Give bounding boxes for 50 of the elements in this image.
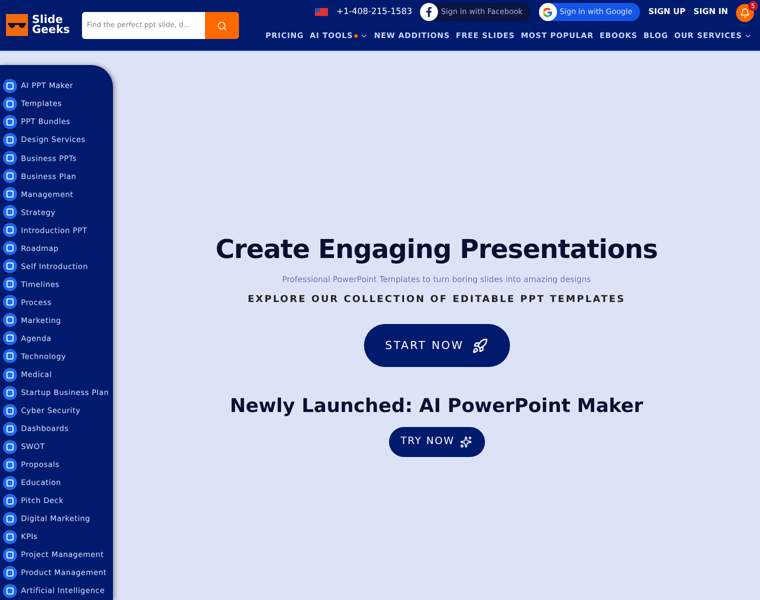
start-now-button[interactable]: START NOW — [364, 324, 510, 368]
category-icon — [3, 205, 17, 220]
category-icon — [3, 151, 17, 166]
category-icon — [3, 133, 17, 148]
category-icon — [3, 530, 17, 544]
category-icon — [3, 404, 17, 418]
category-icon — [3, 313, 17, 328]
category-icon — [3, 259, 17, 274]
category-icon — [3, 458, 17, 472]
rocket-icon — [472, 338, 488, 354]
category-icon — [3, 512, 17, 526]
category-icon — [3, 494, 17, 508]
category-icon — [3, 566, 17, 580]
category-icon — [3, 277, 17, 292]
category-icon — [3, 584, 17, 598]
flag-icon — [315, 8, 328, 16]
category-icon — [3, 331, 17, 346]
logo-text: Geeks — [32, 25, 70, 35]
phone-number: +1-408-215-1583 — [336, 6, 412, 18]
google-icon — [538, 3, 557, 21]
sparkle-icon — [460, 436, 472, 448]
search-button[interactable] — [204, 12, 239, 39]
category-icon — [3, 223, 17, 238]
category-icon — [3, 440, 17, 454]
category-icon — [3, 187, 17, 202]
facebook-icon — [420, 3, 438, 21]
bell-icon — [740, 8, 750, 18]
hero-tagline: EXPLORE OUR COLLECTION OF EDITABLE PPT TEMPLATES — [248, 293, 626, 307]
category-icon — [3, 349, 17, 364]
glasses-logo-icon — [6, 14, 28, 36]
sign-up-link[interactable]: SIGN UP — [648, 6, 686, 18]
search-icon — [216, 20, 227, 30]
category-icon — [3, 115, 17, 130]
logo-text: Slide — [32, 15, 63, 25]
hero-title: Create Engaging Presentations — [215, 234, 658, 267]
category-icon — [3, 548, 17, 562]
try-now-button[interactable]: TRY NOW — [388, 426, 484, 457]
launch-title: Newly Launched: AI PowerPoint Maker — [230, 394, 644, 420]
category-icon — [3, 79, 17, 94]
hero-subtitle: Professional PowerPoint Templates to turn boring slides into amazing designs — [282, 274, 591, 286]
sign-in-link[interactable]: SIGN IN — [694, 6, 728, 18]
category-icon — [3, 422, 17, 436]
category-icon — [3, 368, 17, 382]
new-dot-icon — [354, 34, 358, 38]
category-icon — [3, 169, 17, 184]
category-icon — [3, 295, 17, 310]
category-icon — [3, 97, 17, 112]
category-icon — [3, 386, 17, 400]
category-icon — [3, 241, 17, 256]
category-icon — [3, 476, 17, 490]
